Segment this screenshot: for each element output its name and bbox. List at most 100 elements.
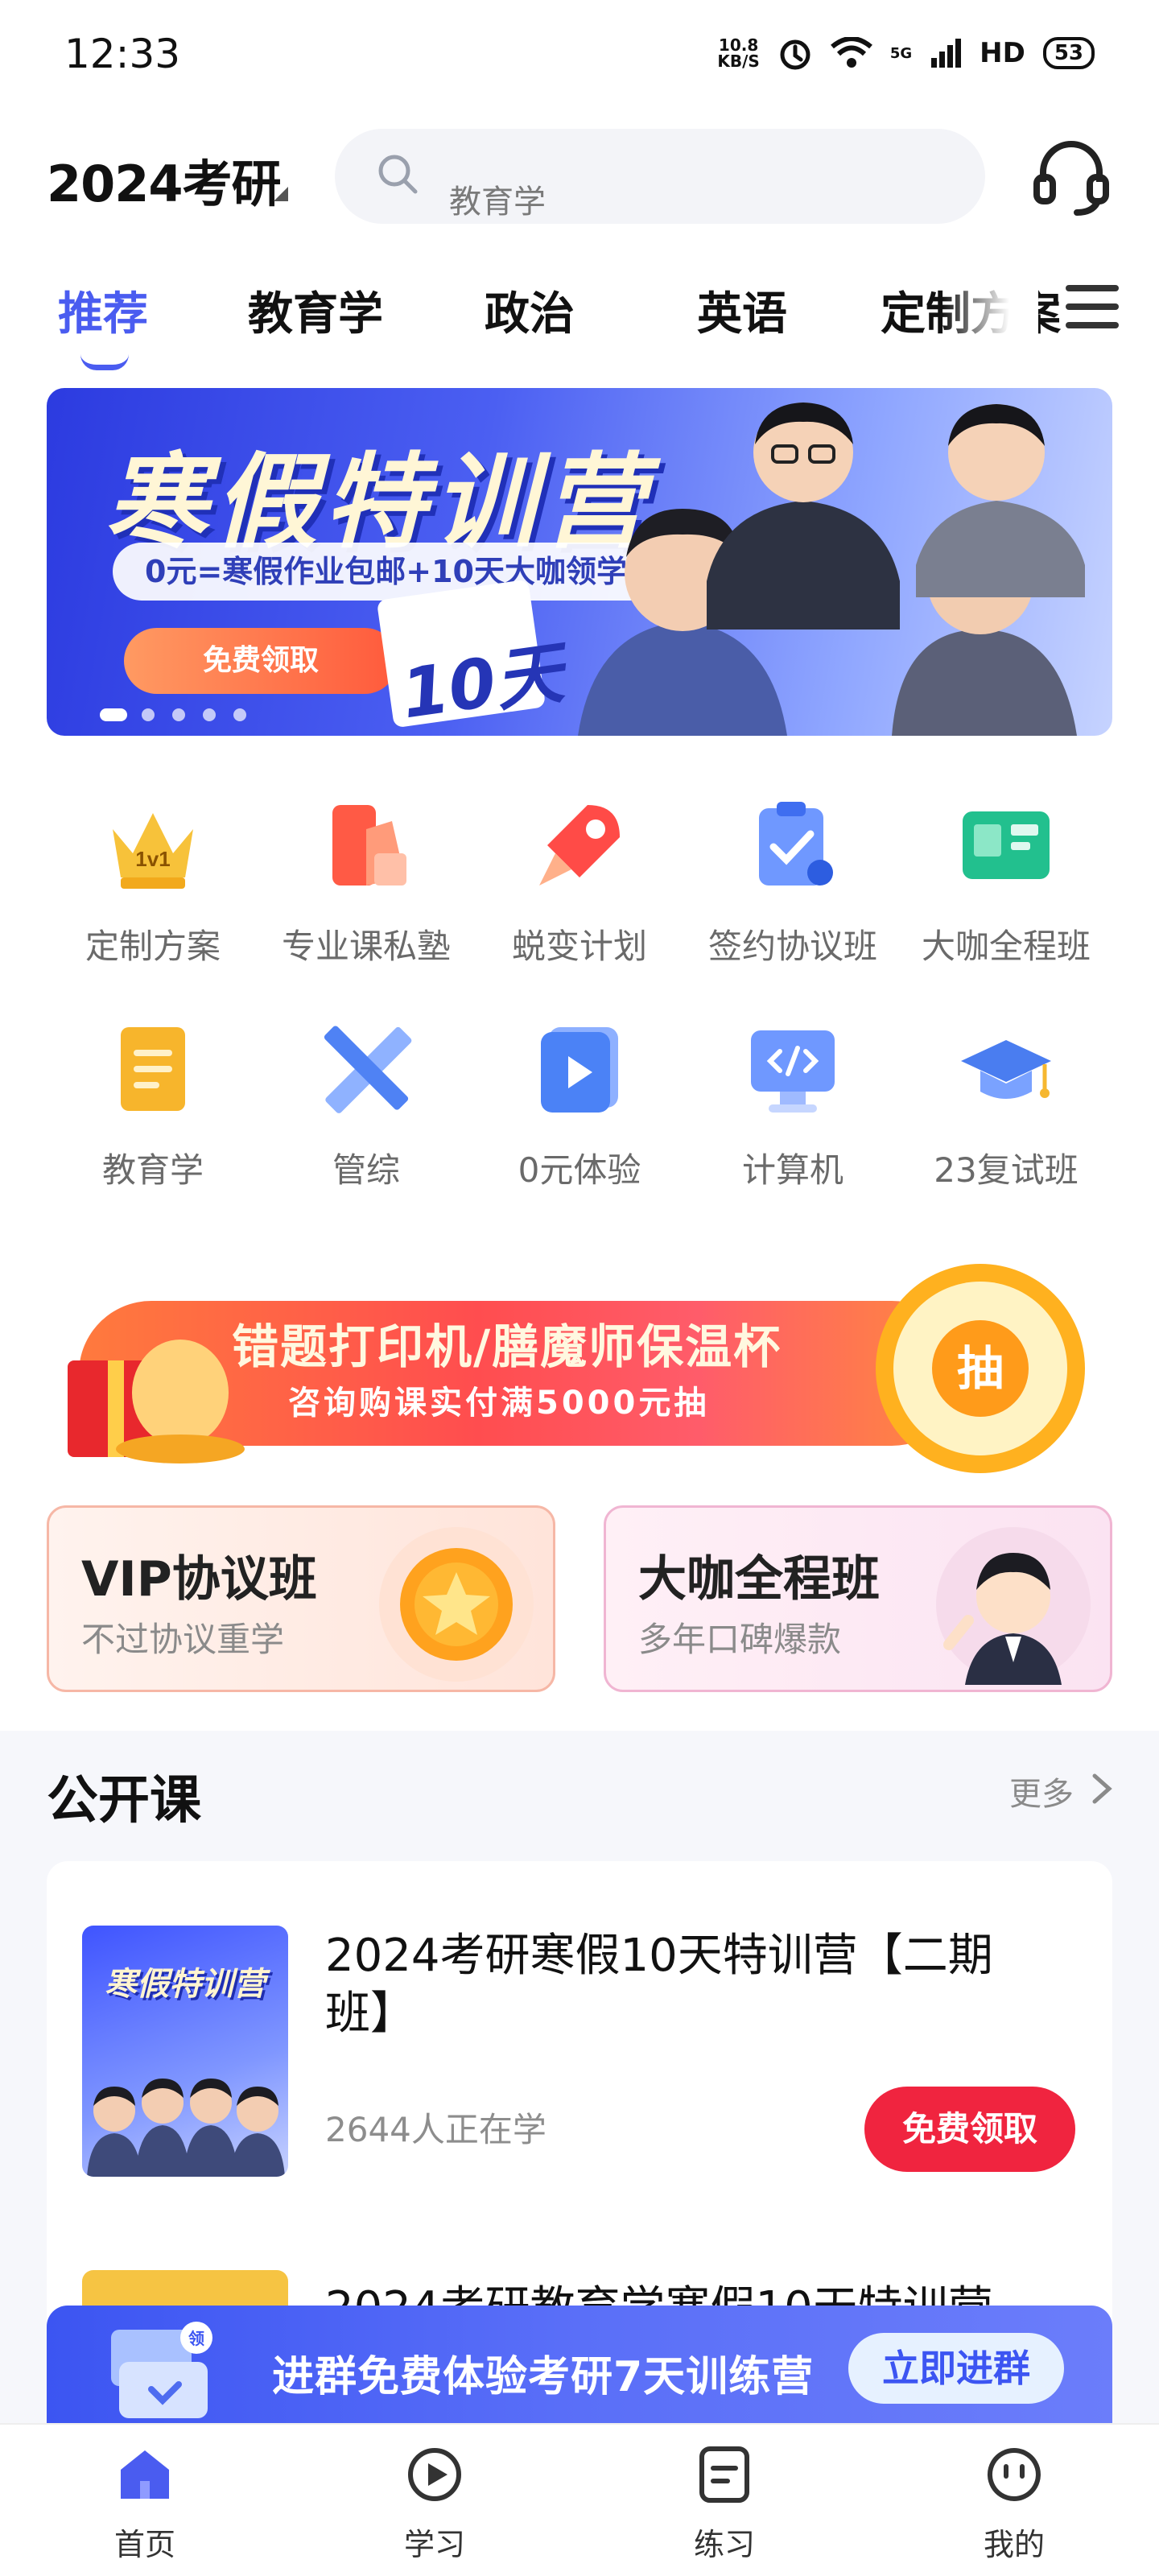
ruler-pencil-icon — [324, 1026, 412, 1113]
crown-icon: 1v1 — [113, 813, 193, 889]
star-medal-icon — [379, 1527, 534, 1682]
thumbnail-title: 寒假特训营 — [105, 1966, 266, 2003]
play-circle-icon — [408, 2448, 461, 2501]
nav-label: 学习 — [403, 2527, 465, 2562]
more-link[interactable]: 更多 — [1009, 1768, 1074, 1814]
nav-profile[interactable]: 我的 — [869, 2425, 1159, 2576]
banner-claim-button[interactable]: 免费领取 — [124, 628, 398, 694]
promo-title: 错题打印机/膳魔师保温杯 — [232, 1319, 782, 1374]
course-list: 寒假特训营 2024考研寒假10天特训营【二期班】 2644人正在学 免费领取 … — [47, 1861, 1112, 2376]
nav-home[interactable]: 首页 — [0, 2425, 290, 2576]
card-subtitle: 多年口碑爆款 — [638, 1620, 842, 1659]
course-title[interactable]: 2024考研寒假10天特训营【二期班】 — [325, 1927, 1050, 2043]
prize-wheel-icon[interactable]: 抽 — [852, 1256, 1109, 1475]
group-banner-text: 进群免费体验考研7天训练营 — [272, 2353, 815, 2401]
search-placeholder: 教育学 — [449, 184, 546, 221]
bottom-navigation: 首页 学习 练习 我的 — [0, 2423, 1159, 2576]
nav-study[interactable]: 学习 — [290, 2425, 580, 2576]
category-expert-full-course[interactable]: 大咖全程班 — [901, 797, 1111, 990]
nav-label: 首页 — [113, 2527, 175, 2562]
card-subtitle: 不过协议重学 — [81, 1620, 285, 1659]
carousel-dot[interactable] — [142, 708, 155, 721]
nav-label: 练习 — [693, 2527, 755, 2562]
book-icon — [121, 1027, 185, 1111]
category-free-trial[interactable]: 0元体验 — [475, 1021, 684, 1214]
free-claim-button[interactable]: 免费领取 — [864, 2087, 1075, 2172]
status-time: 12:33 — [64, 31, 181, 77]
carousel-dot[interactable] — [203, 708, 216, 721]
profile-face-icon — [988, 2448, 1041, 2501]
year-selector[interactable]: 2024考研 — [47, 143, 282, 216]
menu-icon[interactable] — [1064, 282, 1120, 332]
join-group-button[interactable]: 立即进群 — [848, 2333, 1064, 2404]
expert-full-course-card[interactable]: 大咖全程班 多年口碑爆款 — [604, 1505, 1112, 1692]
graduation-cap-icon — [961, 1040, 1051, 1099]
network-type: 5G — [889, 44, 913, 62]
net-speed-indicator: 10.8 KB/S — [717, 37, 759, 69]
card-title: VIP协议班 — [81, 1551, 317, 1608]
category-label: 蜕变计划 — [511, 927, 647, 966]
chevron-right-icon[interactable] — [1088, 1771, 1116, 1806]
tabs-fade — [942, 258, 1038, 354]
vip-agreement-card[interactable]: VIP协议班 不过协议重学 — [47, 1505, 555, 1692]
palette-icon — [332, 805, 406, 886]
lottery-promo-banner[interactable]: 错题打印机/膳魔师保温杯 咨询购课实付满5000元抽 抽 — [47, 1256, 1112, 1475]
carousel-dot[interactable] — [233, 708, 246, 721]
net-speed-unit: KB/S — [717, 52, 760, 71]
rocket-icon — [539, 805, 620, 886]
search-bar[interactable]: 教育学 — [335, 129, 985, 224]
course-thumbnail[interactable]: 寒假特训营 — [82, 1926, 288, 2177]
hero-banner[interactable]: 寒假特训营 0元=寒假作业包邮+10天大咖领学 免费领取 10天 — [47, 388, 1112, 736]
caret-down-icon[interactable] — [274, 187, 288, 201]
public-course-title: 公开课 — [47, 1771, 201, 1831]
category-management[interactable]: 管综 — [262, 1021, 471, 1214]
category-label: 专业课私塾 — [281, 927, 451, 966]
group-badge: 领 — [188, 2329, 204, 2348]
status-bar: 12:33 10.8 KB/S 5G HD 53 — [0, 0, 1159, 105]
wifi-icon — [830, 37, 872, 68]
play-video-icon — [541, 1027, 618, 1113]
category-private-tutoring[interactable]: 专业课私塾 — [262, 797, 471, 990]
search-icon — [378, 155, 418, 194]
category-label: 管综 — [332, 1150, 400, 1190]
tab-active-indicator — [80, 354, 129, 370]
status-icons: 10.8 KB/S 5G HD 53 — [717, 35, 1095, 71]
learner-count: 2644人正在学 — [325, 2110, 547, 2149]
category-computer[interactable]: 计算机 — [688, 1021, 897, 1214]
teachers-illustration — [578, 402, 1085, 736]
document-icon — [699, 2446, 749, 2503]
join-group-banner[interactable]: 领 进群免费体验考研7天训练营 立即进群 — [47, 2306, 1112, 2431]
headset-icon[interactable] — [1029, 135, 1114, 221]
home-icon — [121, 2450, 169, 2499]
tab-politics[interactable]: 政治 — [485, 278, 575, 343]
category-custom-plan[interactable]: 1v1 定制方案 — [48, 797, 258, 990]
tab-recommend[interactable]: 推荐 — [58, 278, 148, 343]
category-label: 大咖全程班 — [921, 927, 1091, 966]
monitor-code-icon — [751, 1030, 835, 1113]
alarm-icon — [780, 39, 810, 70]
gift-box-icon — [68, 1340, 245, 1463]
tab-english[interactable]: 英语 — [697, 278, 787, 343]
tab-education[interactable]: 教育学 — [248, 278, 383, 343]
svg-text:1v1: 1v1 — [135, 847, 170, 871]
inbox-gift-icon: 领 — [111, 2322, 212, 2418]
nav-practice[interactable]: 练习 — [580, 2425, 869, 2576]
category-label: 0元体验 — [518, 1150, 641, 1190]
category-label: 23复试班 — [934, 1150, 1079, 1190]
signal-icon — [931, 39, 962, 68]
teachers-illustration — [87, 2079, 285, 2177]
teacher-avatar-icon — [936, 1527, 1091, 1685]
category-education[interactable]: 教育学 — [48, 1021, 258, 1214]
category-retest-class[interactable]: 23复试班 — [901, 1021, 1111, 1214]
category-transformation-plan[interactable]: 蜕变计划 — [475, 797, 684, 990]
category-label: 签约协议班 — [707, 927, 877, 966]
category-label: 定制方案 — [85, 927, 221, 966]
open-book-icon — [963, 811, 1050, 879]
category-label: 教育学 — [101, 1150, 204, 1190]
hd-indicator: HD — [980, 37, 1025, 69]
category-agreement-class[interactable]: 签约协议班 — [688, 797, 897, 990]
category-label: 计算机 — [741, 1150, 843, 1190]
carousel-dot[interactable] — [100, 708, 127, 721]
battery-icon: 53 — [1042, 37, 1095, 69]
carousel-dot[interactable] — [172, 708, 185, 721]
